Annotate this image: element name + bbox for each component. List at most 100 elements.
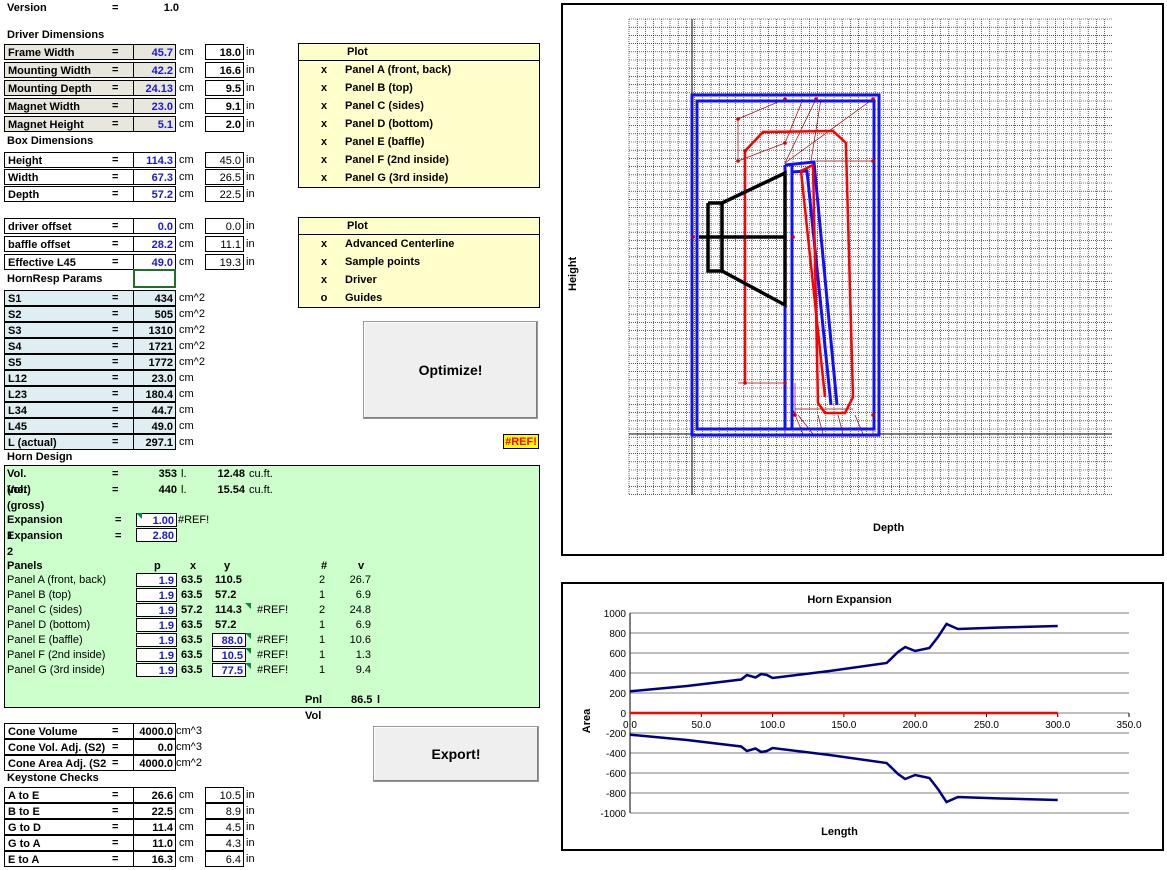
panel-y-input[interactable]: 77.5 [212,663,246,677]
plot-toggle-row[interactable]: x Panel C (sides) [299,97,539,115]
row-value[interactable]: 5.1 [133,116,176,132]
row-inch-unit: in [246,46,255,58]
plot-toggle-row[interactable]: x Sample points [299,253,539,271]
plot-toggle-row[interactable]: x Panel E (baffle) [299,133,539,151]
sample-point [783,381,787,385]
equals-sign: = [112,821,119,833]
row-inch-unit: in [246,837,255,849]
sample-point [814,97,818,101]
row-value[interactable]: 16.3 [133,851,176,867]
plot-toggle-mark[interactable]: x [319,151,329,169]
row-value[interactable]: 57.2 [133,186,176,202]
series-line [629,733,1058,804]
plot-toggle-row[interactable]: x Panel B (top) [299,79,539,97]
plot-toggle-mark[interactable]: x [319,169,329,187]
row-value[interactable]: 23.0 [133,98,176,114]
row-unit: cm [179,100,194,112]
row-value[interactable]: 4000.0 [133,755,176,771]
row-inch-unit: in [246,64,255,76]
panel-thickness-input[interactable]: 1.9 [136,618,177,632]
plot-toggle-mark[interactable]: x [319,115,329,133]
row-value[interactable]: 45.7 [133,44,176,60]
panel-thickness-input[interactable]: 1.9 [136,663,177,677]
row-value[interactable]: 11.0 [133,835,176,851]
plot-toggle-row[interactable]: x Panel D (bottom) [299,115,539,133]
plot-toggle-mark[interactable]: x [319,133,329,151]
plot-toggle-label: Panel B (top) [345,82,413,94]
panel-thickness-input[interactable]: 1.9 [136,573,177,587]
row-value[interactable]: 180.4 [133,386,176,402]
equals-sign: = [112,64,119,76]
export-button[interactable]: Export! [373,726,539,782]
row-value[interactable]: 67.3 [133,169,176,185]
row-value[interactable]: 4000.0 [133,723,176,739]
row-unit: cm [179,82,194,94]
row-value[interactable]: 434 [133,290,176,306]
plot-toggle-row[interactable]: x Advanced Centerline [299,235,539,253]
row-value[interactable]: 1772 [133,354,176,370]
row-value[interactable]: 1721 [133,338,176,354]
panel-volume: 24.8 [349,604,371,616]
row-value[interactable]: 297.1 [133,434,176,450]
optimize-button[interactable]: Optimize! [363,321,538,419]
row-value[interactable]: 1310 [133,322,176,338]
plot-toggle-mark[interactable]: x [319,253,329,271]
y-tick-label: -400 [606,749,626,760]
row-value[interactable]: 23.0 [133,370,176,386]
panel-thickness-input[interactable]: 1.9 [136,603,177,617]
panel-count: 1 [319,619,326,631]
row-inches: 4.3 [205,835,244,851]
plot-toggle-mark[interactable]: x [319,79,329,97]
row-value[interactable]: 22.5 [133,803,176,819]
version-value: 1.0 [163,2,179,14]
row-value[interactable]: 0.0 [133,218,176,234]
row-value[interactable]: 49.0 [133,418,176,434]
error-badge: #REF! [503,434,539,449]
plot-toggle-row[interactable]: x Panel A (front, back) [299,61,539,79]
selected-cell[interactable] [133,269,176,288]
panel-thickness-input[interactable]: 1.9 [136,648,177,662]
plot-toggle-row[interactable]: o Guides [299,289,539,307]
panel-thickness-input[interactable]: 1.9 [136,588,177,602]
row-value[interactable]: 24.13 [133,80,176,96]
panel-thickness-input[interactable]: 1.9 [136,633,177,647]
row-value[interactable]: 114.3 [133,152,176,168]
row-inches: 8.9 [205,803,244,819]
row-inches: 26.5 [205,169,244,185]
row-inches: 22.5 [205,186,244,202]
panel-y-input[interactable]: 10.5 [212,648,246,662]
horn-centerline [743,129,855,415]
row-value[interactable]: 11.4 [133,819,176,835]
row-value[interactable]: 0.0 [133,739,176,755]
equals-sign: = [112,340,119,352]
plot-toggle-mark[interactable]: x [319,97,329,115]
plot-toggle-label: Panel G (3rd inside) [345,172,449,184]
row-value[interactable]: 42.2 [133,62,176,78]
plot-toggle-mark[interactable]: x [319,271,329,289]
box-dimensions-title: Box Dimensions [7,135,94,147]
plot-toggle-mark[interactable]: x [319,61,329,79]
row-value[interactable]: 26.6 [133,787,176,803]
row-value[interactable]: 49.0 [133,254,176,270]
plot-toggle-mark[interactable]: x [319,235,329,253]
plot-toggle-row[interactable]: x Driver [299,271,539,289]
equals-sign: = [112,853,119,865]
row-unit: cm [179,420,194,432]
expansion2-input[interactable]: 2.80 [136,528,177,542]
panel-y-input[interactable]: 88.0 [212,633,246,647]
expansion1-input[interactable]: 1.00 [136,513,177,527]
plot-toggle-row[interactable]: x Panel G (3rd inside) [299,169,539,187]
row-unit: cm [179,436,194,448]
row-value[interactable]: 505 [133,306,176,322]
plot-toggle-mark[interactable]: o [319,289,329,307]
row-inch-unit: in [246,220,255,232]
plot-toggle-row[interactable]: x Panel F (2nd inside) [299,151,539,169]
row-value[interactable]: 44.7 [133,402,176,418]
row-inches: 45.0 [205,152,244,168]
y-tick-label: 800 [609,629,626,640]
row-value[interactable]: 28.2 [133,236,176,252]
row-unit: cm [179,853,194,865]
horn-design-panel: Vol. (net) = 353 l. 12.48 cu.ft. Vol. (g… [4,465,540,722]
row-unit: cm^3 [176,741,202,753]
row-unit: cm^3 [176,725,202,737]
